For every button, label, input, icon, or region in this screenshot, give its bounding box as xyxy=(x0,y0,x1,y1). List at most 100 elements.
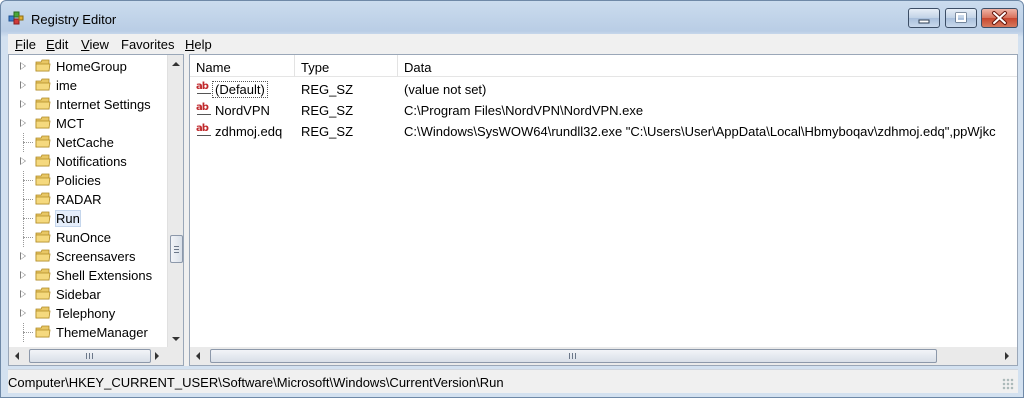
tree-item-radar[interactable]: RADAR xyxy=(9,190,167,209)
tree-item-internet-settings[interactable]: Internet Settings xyxy=(9,95,167,114)
minimize-icon xyxy=(918,19,930,24)
client-area: HomeGroup ime Internet Settings MCT NetCache… xyxy=(8,54,1018,366)
value-row[interactable]: ab NordVPN REG_SZ C:\Program Files\NordVPN\… xyxy=(190,100,1017,120)
tree-item-screensavers[interactable]: Screensavers xyxy=(9,247,167,266)
folder-icon xyxy=(35,173,51,187)
registry-editor-icon xyxy=(8,11,24,25)
value-data: (value not set) xyxy=(404,82,487,97)
expand-arrow-icon[interactable] xyxy=(20,81,26,89)
tree-item-label: Shell Extensions xyxy=(56,268,153,283)
folder-icon xyxy=(35,325,51,339)
value-name: NordVPN xyxy=(215,103,270,118)
menu-bar: File Edit View Favorites Help xyxy=(8,34,1018,54)
folder-icon xyxy=(35,97,51,111)
tree-horizontal-scrollbar[interactable] xyxy=(9,347,183,365)
tree-vertical-scrollbar[interactable] xyxy=(167,55,183,347)
column-data[interactable]: Data xyxy=(404,60,431,75)
scroll-left-icon[interactable] xyxy=(15,352,19,360)
resize-grip-icon[interactable] xyxy=(1002,378,1014,390)
scroll-right-icon[interactable] xyxy=(1005,352,1009,360)
menu-edit[interactable]: Edit xyxy=(46,37,68,52)
expand-arrow-icon[interactable] xyxy=(20,309,26,317)
tree-item-label: RADAR xyxy=(56,192,102,207)
column-type[interactable]: Type xyxy=(301,60,329,75)
menu-file[interactable]: File xyxy=(15,37,36,52)
scroll-left-icon[interactable] xyxy=(196,352,200,360)
tree-hscroll-thumb[interactable] xyxy=(29,349,151,363)
value-type: REG_SZ xyxy=(301,82,354,97)
folder-icon xyxy=(35,268,51,282)
tree-item-sidebar[interactable]: Sidebar xyxy=(9,285,167,304)
string-value-icon: ab xyxy=(196,123,213,139)
tree-item-label: RunOnce xyxy=(56,230,111,245)
minimize-button[interactable] xyxy=(908,8,940,28)
tree-item-run[interactable]: Run xyxy=(9,209,167,228)
expand-arrow-icon[interactable] xyxy=(20,252,26,260)
expand-arrow-icon[interactable] xyxy=(20,271,26,279)
expand-arrow-icon[interactable] xyxy=(20,62,26,70)
tree-item-label: MCT xyxy=(56,116,85,131)
status-bar: Computer\HKEY_CURRENT_USER\Software\Micr… xyxy=(8,369,1018,393)
close-button[interactable] xyxy=(981,8,1018,28)
tree-item-label: HomeGroup xyxy=(56,59,127,74)
menu-favorites[interactable]: Favorites xyxy=(121,37,174,52)
tree-item-thememanager[interactable]: ThemeManager xyxy=(9,323,167,342)
folder-icon xyxy=(35,78,51,92)
folder-icon xyxy=(35,249,51,263)
key-tree[interactable]: HomeGroup ime Internet Settings MCT NetCache… xyxy=(8,54,184,366)
restore-button[interactable] xyxy=(945,8,977,28)
values-horizontal-scrollbar[interactable] xyxy=(190,347,1017,365)
tree-item-runonce[interactable]: RunOnce xyxy=(9,228,167,247)
scroll-down-icon[interactable] xyxy=(172,337,180,341)
value-name: zdhmoj.edq xyxy=(215,124,283,139)
tree-item-label: NetCache xyxy=(56,135,114,150)
tree-scroll-thumb[interactable] xyxy=(170,235,183,263)
folder-icon xyxy=(35,287,51,301)
tree-item-label: Screensavers xyxy=(56,249,136,264)
expand-arrow-icon[interactable] xyxy=(20,119,26,127)
title-bar[interactable]: Registry Editor xyxy=(1,1,1023,33)
tree-item-telephony[interactable]: Telephony xyxy=(9,304,167,323)
value-row[interactable]: ab zdhmoj.edq REG_SZ C:\Windows\SysWOW64\ru… xyxy=(190,121,1017,141)
string-value-icon: ab xyxy=(196,81,213,97)
values-list[interactable]: Name Type Data ab (Default) REG_SZ (value n… xyxy=(189,54,1018,366)
tree-item-shell-extensions[interactable]: Shell Extensions xyxy=(9,266,167,285)
column-name[interactable]: Name xyxy=(196,60,231,75)
tree-item-label: ime xyxy=(56,78,77,93)
expand-arrow-icon[interactable] xyxy=(20,290,26,298)
value-row[interactable]: ab (Default) REG_SZ (value not set) xyxy=(190,79,1017,99)
folder-icon xyxy=(35,192,51,206)
values-hscroll-thumb[interactable] xyxy=(210,349,937,363)
menu-view[interactable]: View xyxy=(81,37,109,52)
tree-item-mct[interactable]: MCT xyxy=(9,114,167,133)
value-data: C:\Windows\SysWOW64\rundll32.exe "C:\Use… xyxy=(404,124,996,139)
tree-item-homegroup[interactable]: HomeGroup xyxy=(9,57,167,76)
scroll-up-icon[interactable] xyxy=(172,62,180,66)
tree-item-policies[interactable]: Policies xyxy=(9,171,167,190)
tree-item-netcache[interactable]: NetCache xyxy=(9,133,167,152)
registry-editor-window: Registry Editor File Edit View Favorites… xyxy=(0,0,1024,398)
current-key-path: Computer\HKEY_CURRENT_USER\Software\Micr… xyxy=(8,375,504,390)
value-type: REG_SZ xyxy=(301,103,354,118)
folder-icon xyxy=(35,59,51,73)
restore-icon xyxy=(955,12,967,23)
column-header: Name Type Data xyxy=(190,55,1017,77)
tree-item-ime[interactable]: ime xyxy=(9,76,167,95)
string-value-icon: ab xyxy=(196,102,213,118)
menu-help[interactable]: Help xyxy=(185,37,212,52)
window-title: Registry Editor xyxy=(31,12,117,27)
tree-item-label: Telephony xyxy=(56,306,116,321)
tree-item-label: Sidebar xyxy=(56,287,101,302)
tree-item-label: Internet Settings xyxy=(56,97,151,112)
tree-item-label: Notifications xyxy=(56,154,127,169)
tree-item-notifications[interactable]: Notifications xyxy=(9,152,167,171)
folder-icon xyxy=(35,211,51,225)
expand-arrow-icon[interactable] xyxy=(20,100,26,108)
tree-item-label: ThemeManager xyxy=(56,325,148,340)
expand-arrow-icon[interactable] xyxy=(20,157,26,165)
close-icon xyxy=(992,11,1007,25)
scroll-right-icon[interactable] xyxy=(155,352,159,360)
tree-item-label: Run xyxy=(55,210,81,227)
tree-item-label: Policies xyxy=(56,173,101,188)
value-name: (Default) xyxy=(212,81,268,98)
